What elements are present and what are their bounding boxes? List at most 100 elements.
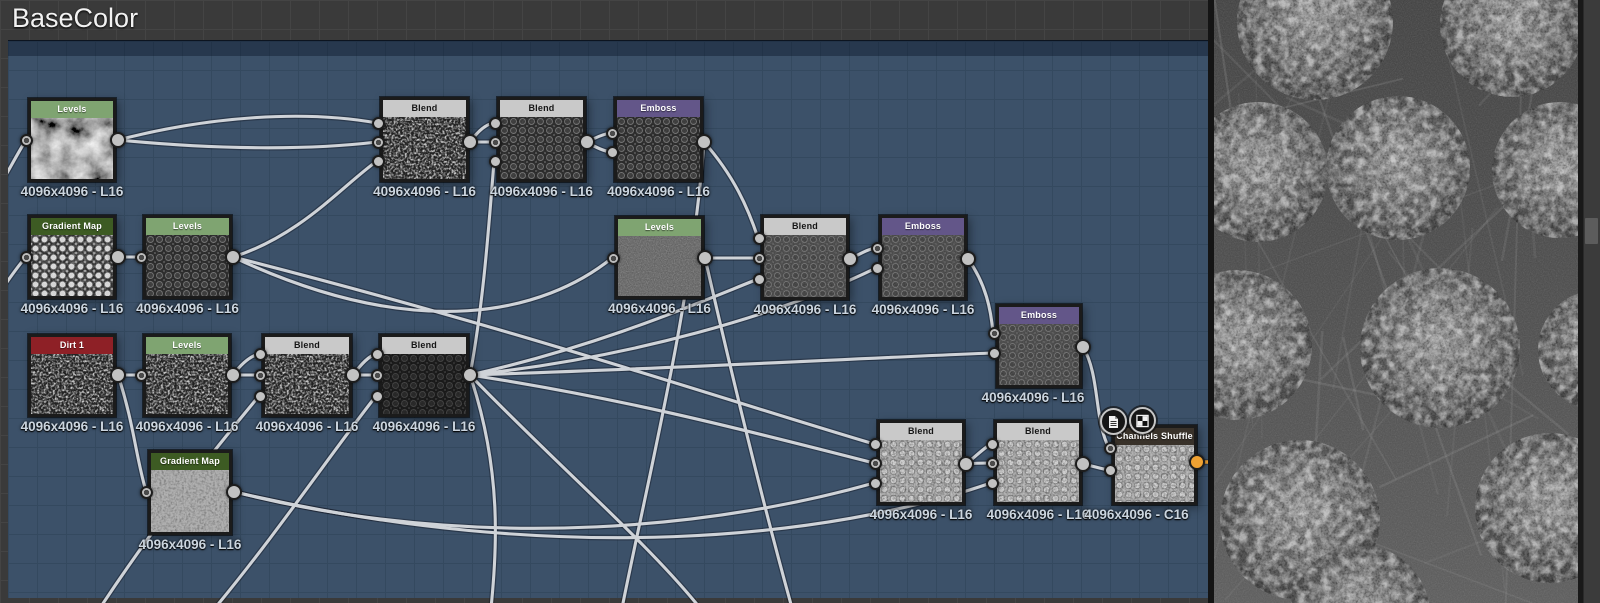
input-port[interactable] [253, 389, 267, 403]
node-channels[interactable]: Channels Shuffle [1112, 425, 1197, 505]
input-port[interactable] [1103, 441, 1117, 455]
node-emboss[interactable]: Emboss [996, 304, 1082, 388]
node-header: Blend [265, 337, 349, 354]
input-port[interactable] [987, 346, 1001, 360]
node-resolution-label: 4096x4096 - L16 [255, 419, 359, 434]
output-port[interactable] [1075, 456, 1091, 472]
output-port[interactable] [225, 249, 241, 265]
output-port[interactable] [110, 132, 126, 148]
node-resolution-label: 4096x4096 - L16 [136, 301, 239, 316]
output-port[interactable] [958, 456, 974, 472]
input-port[interactable] [987, 326, 1001, 340]
document-icon-badge[interactable] [1100, 408, 1127, 435]
scrollbar-track[interactable] [1583, 0, 1600, 603]
node-levels[interactable]: Levels [143, 334, 231, 417]
input-port[interactable] [134, 368, 148, 382]
output-port[interactable] [697, 250, 713, 266]
scrollbar-handle[interactable] [1585, 218, 1598, 244]
input-port[interactable] [488, 135, 502, 149]
input-port[interactable] [752, 272, 766, 286]
input-port[interactable] [371, 135, 385, 149]
node-resolution-label: 4096x4096 - L16 [372, 419, 476, 434]
node-gradientmap[interactable]: Gradient Map [148, 450, 232, 535]
node-header: Emboss [999, 307, 1079, 324]
input-port[interactable] [370, 389, 384, 403]
output-port[interactable] [462, 367, 478, 383]
input-port[interactable] [752, 251, 766, 265]
input-port[interactable] [606, 251, 620, 265]
node-dirt[interactable]: Dirt 1 [28, 334, 116, 417]
node-resolution-label: 4096x4096 - L16 [869, 507, 973, 522]
node-header: Dirt 1 [31, 337, 113, 354]
node-resolution-label: 4096x4096 - L16 [986, 507, 1090, 522]
node-blend[interactable]: Blend [994, 420, 1082, 505]
node-gradientmap[interactable]: Gradient Map [28, 215, 116, 299]
node-blend[interactable]: Blend [380, 97, 469, 182]
input-port[interactable] [253, 347, 267, 361]
node-emboss[interactable]: Emboss [614, 97, 703, 182]
input-port[interactable] [371, 154, 385, 168]
input-port[interactable] [870, 261, 884, 275]
input-port[interactable] [870, 241, 884, 255]
node-levels[interactable]: Levels [28, 98, 116, 182]
node-resolution-label: 4096x4096 - L16 [490, 184, 593, 199]
node-header: Channels Shuffle [1115, 428, 1194, 445]
node-blend[interactable]: Blend [379, 334, 469, 417]
node-thumbnail [383, 117, 466, 179]
node-resolution-label: 4096x4096 - L16 [373, 184, 476, 199]
node-blend[interactable]: Blend [761, 215, 849, 300]
node-thumbnail [617, 117, 700, 179]
input-port[interactable] [985, 437, 999, 451]
node-resolution-label: 4096x4096 - C16 [1084, 507, 1189, 522]
node-header: Blend [997, 423, 1079, 440]
node-thumbnail [31, 354, 113, 414]
output-port[interactable] [462, 134, 478, 150]
output-port[interactable] [226, 484, 242, 500]
channels-icon-badge[interactable] [1129, 407, 1156, 434]
input-port[interactable] [370, 347, 384, 361]
input-port[interactable] [868, 456, 882, 470]
input-port[interactable] [488, 154, 502, 168]
node-resolution-label: 4096x4096 - L16 [607, 184, 710, 199]
node-resolution-label: 4096x4096 - L16 [608, 301, 711, 316]
texture-2d-view[interactable] [1162, 0, 1600, 603]
input-port[interactable] [868, 476, 882, 490]
node-levels[interactable]: Levels [615, 216, 704, 299]
input-port[interactable] [19, 133, 33, 147]
input-port[interactable] [371, 116, 385, 130]
node-levels[interactable]: Levels [143, 215, 232, 299]
output-port[interactable] [345, 367, 361, 383]
output-port[interactable] [225, 367, 241, 383]
output-port[interactable] [1075, 339, 1091, 355]
output-port[interactable] [842, 251, 858, 267]
input-port[interactable] [19, 250, 33, 264]
output-port[interactable] [696, 134, 712, 150]
input-port[interactable] [985, 476, 999, 490]
input-port[interactable] [605, 145, 619, 159]
input-port[interactable] [134, 250, 148, 264]
input-port[interactable] [370, 368, 384, 382]
input-port[interactable] [752, 231, 766, 245]
node-header: Gradient Map [31, 218, 113, 235]
input-port[interactable] [985, 456, 999, 470]
output-port[interactable] [579, 134, 595, 150]
input-port[interactable] [1103, 463, 1117, 477]
output-port[interactable] [110, 367, 126, 383]
node-thumbnail [500, 117, 583, 179]
node-header: Blend [383, 100, 466, 117]
input-port[interactable] [605, 126, 619, 140]
input-port[interactable] [488, 116, 502, 130]
node-thumbnail [31, 118, 113, 179]
node-emboss[interactable]: Emboss [879, 215, 967, 300]
node-blend[interactable]: Blend [497, 97, 586, 182]
output-port-active[interactable] [1189, 454, 1205, 470]
input-port[interactable] [253, 368, 267, 382]
app-window: BaseColor Levels 4096x4096 - L16 Blend 4… [0, 0, 1600, 603]
node-blend[interactable]: Blend [877, 420, 965, 505]
output-port[interactable] [110, 249, 126, 265]
node-blend[interactable]: Blend [262, 334, 352, 417]
input-port[interactable] [868, 437, 882, 451]
output-port[interactable] [960, 251, 976, 267]
input-port[interactable] [139, 485, 153, 499]
node-header: Levels [31, 101, 113, 118]
